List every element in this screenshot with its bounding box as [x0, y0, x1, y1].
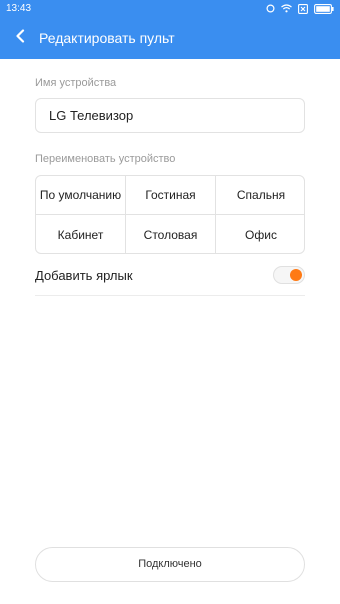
edit-remote-screen: 13:43 Редактировать пульт Имя устройства…	[0, 0, 340, 604]
toggle-knob	[290, 269, 302, 281]
add-shortcut-label: Добавить ярлык	[35, 268, 133, 283]
circle-icon	[266, 4, 275, 13]
chevron-left-icon	[15, 28, 25, 48]
connected-button[interactable]: Подключено	[35, 547, 305, 582]
rename-option-office[interactable]: Офис	[216, 215, 304, 253]
status-icons	[266, 2, 334, 15]
status-time: 13:43	[6, 3, 32, 14]
sim-icon	[298, 3, 308, 14]
add-shortcut-row: Добавить ярлык	[35, 258, 305, 296]
add-shortcut-toggle[interactable]	[273, 266, 305, 284]
device-name-label: Имя устройства	[35, 77, 117, 89]
wifi-icon	[281, 4, 292, 13]
battery-icon	[314, 3, 334, 14]
rename-option-study[interactable]: Кабинет	[36, 215, 126, 253]
rename-options-grid: По умолчанию Гостиная Спальня Кабинет Ст…	[35, 175, 305, 254]
device-name-field[interactable]	[35, 98, 305, 133]
rename-label: Переименовать устройство	[35, 153, 176, 165]
page-title: Редактировать пульт	[39, 30, 175, 46]
status-bar: 13:43	[0, 0, 340, 17]
rename-option-default[interactable]: По умолчанию	[36, 176, 126, 215]
app-bar: Редактировать пульт	[0, 17, 340, 59]
rename-option-living-room[interactable]: Гостиная	[126, 176, 216, 215]
rename-option-dining-room[interactable]: Столовая	[126, 215, 216, 253]
back-button[interactable]	[8, 26, 32, 50]
rename-option-bedroom[interactable]: Спальня	[216, 176, 304, 215]
